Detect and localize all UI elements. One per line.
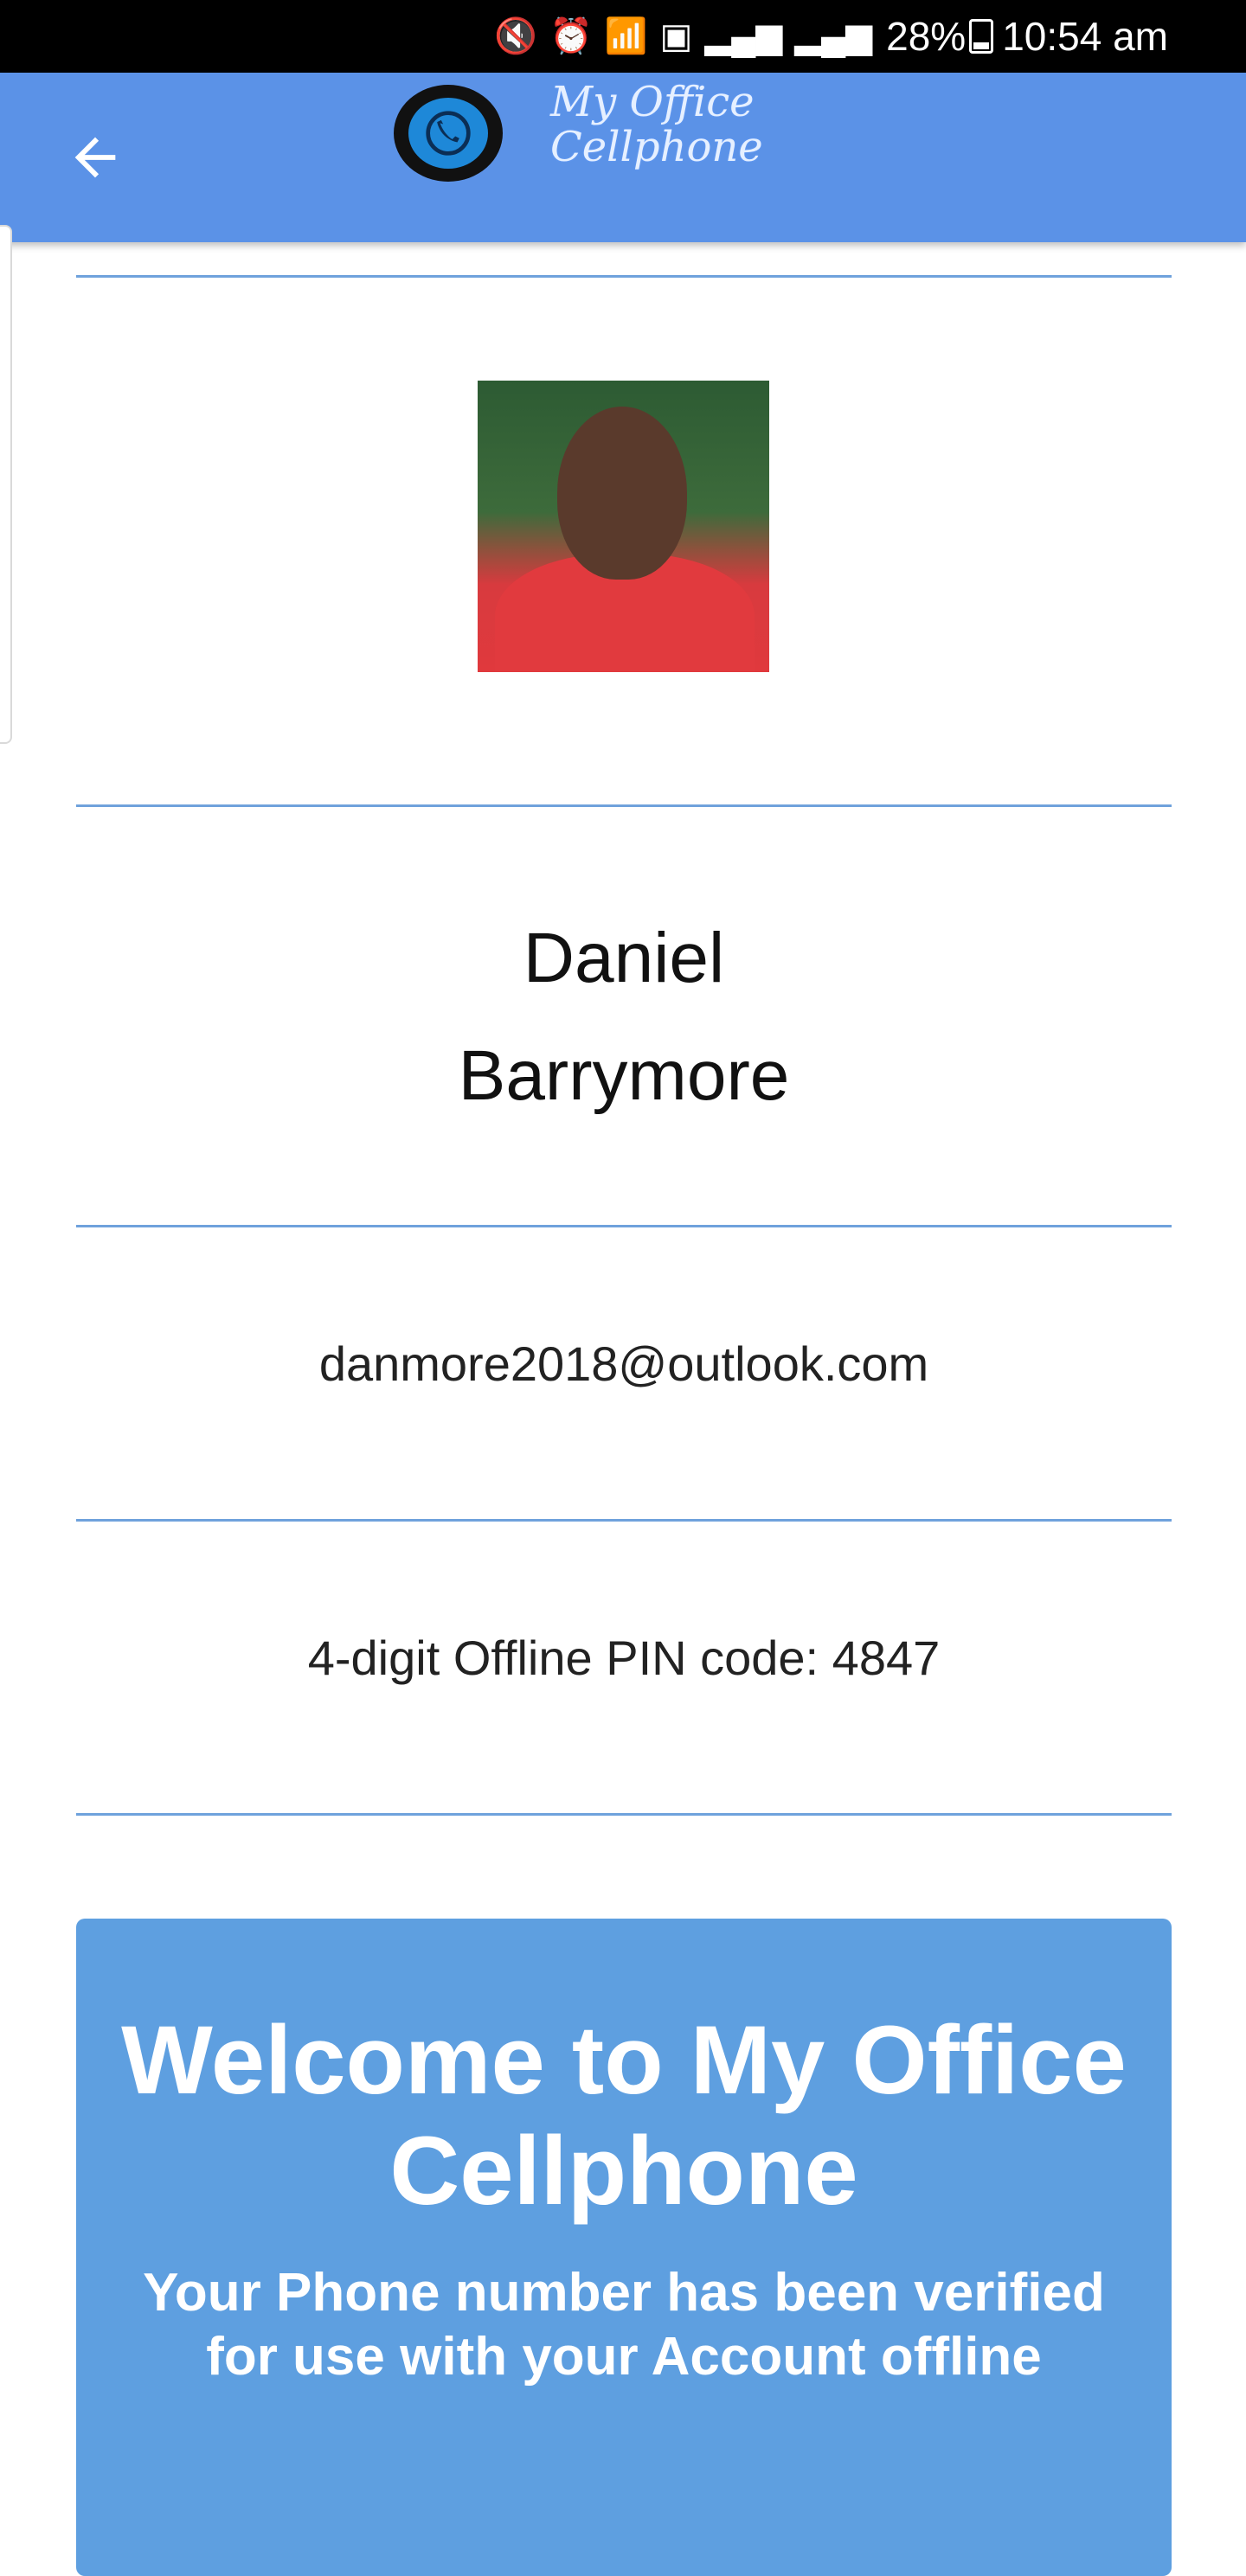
welcome-title: Welcome to My Office Cellphone (121, 2006, 1127, 2225)
divider (76, 1813, 1172, 1816)
logo-icon (394, 85, 503, 182)
status-icons: 🔇 ⏰ 📶 ▣ ▂▄▆ ▂▄▆ (494, 19, 872, 54)
welcome-card: Welcome to My Office Cellphone Your Phon… (76, 1919, 1172, 2576)
sim-icon: ▣ (659, 17, 693, 55)
email-text: danmore2018@outlook.com (318, 1336, 929, 1391)
pin-text: 4-digit Offline PIN code: 4847 (307, 1631, 941, 1685)
divider (76, 804, 1172, 807)
alarm-icon: ⏰ (549, 17, 593, 55)
clock: 10:54 am (1002, 14, 1168, 59)
status-bar: 🔇 ⏰ 📶 ▣ ▂▄▆ ▂▄▆ 28% 10:54 am (0, 0, 1246, 73)
profile-name: Daniel Barrymore (76, 900, 1172, 1135)
mute-icon: 🔇 (494, 17, 537, 55)
welcome-subtitle: Your Phone number has been verified for … (143, 2263, 1105, 2387)
profile-photo (478, 381, 769, 672)
battery-icon (969, 19, 994, 54)
logo-line1: My Office (550, 78, 755, 126)
logo-line2: Cellphone (550, 123, 763, 171)
first-name: Daniel (523, 919, 725, 997)
last-name: Barrymore (458, 1036, 790, 1115)
arrow-left-icon (74, 137, 116, 178)
signal-icon: ▂▄▆ (794, 17, 873, 55)
signal-icon: ▂▄▆ (704, 17, 783, 55)
divider (76, 1519, 1172, 1522)
side-drawer-handle[interactable] (0, 225, 12, 744)
wifi-icon: 📶 (604, 17, 648, 55)
divider (76, 275, 1172, 278)
back-button[interactable] (61, 123, 130, 192)
divider (76, 1225, 1172, 1227)
app-logo-text: My Office Cellphone (550, 80, 810, 170)
app-bar: My Office Cellphone (0, 73, 1246, 242)
battery-percent: 28% (886, 14, 967, 59)
